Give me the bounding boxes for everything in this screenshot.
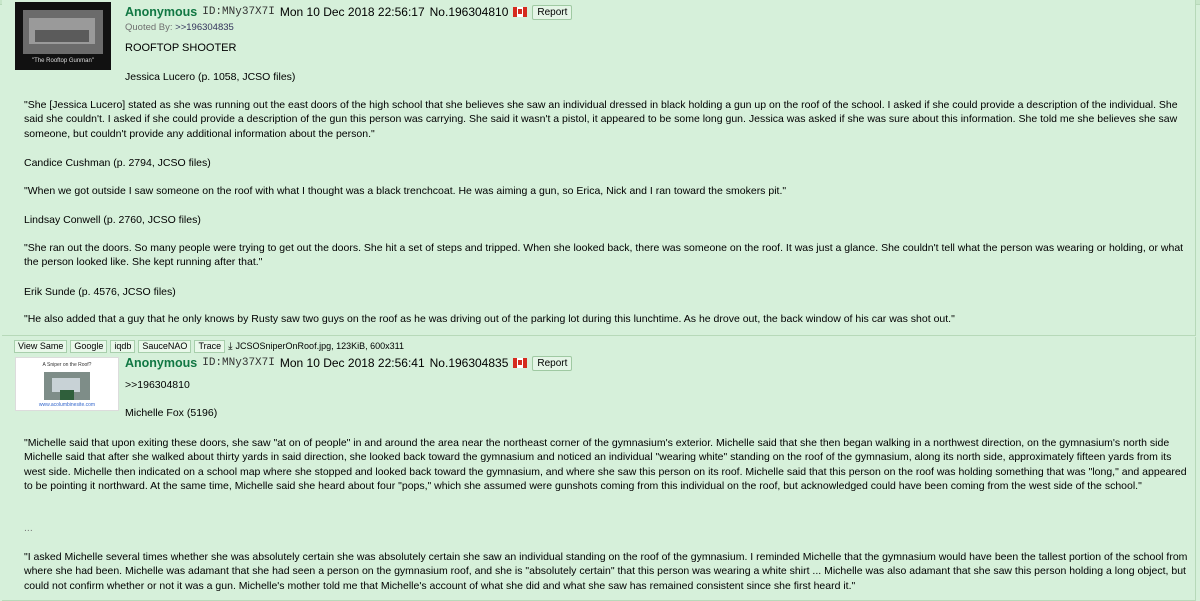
post-thumbnail[interactable]: A Sniper on the Roof? www.acolumbinesite… bbox=[15, 357, 119, 411]
file-info[interactable]: JCSOSniperOnRoof.jpg, 123KiB, 600x311 bbox=[236, 341, 404, 351]
post-body-line: ROOFTOP SHOOTER bbox=[125, 42, 237, 54]
post-body-paragraph: "When we got outside I saw someone on th… bbox=[24, 185, 787, 197]
post-body-line: Erik Sunde (p. 4576, JCSO files) bbox=[24, 286, 176, 298]
saucenao-button[interactable]: SauceNAO bbox=[138, 339, 192, 353]
iqdb-button[interactable]: iqdb bbox=[110, 339, 136, 353]
post-header: Anonymous ID:MNy37X7I Mon 10 Dec 2018 22… bbox=[125, 4, 573, 20]
thumbnail-roof bbox=[35, 30, 89, 42]
thumbnail-title: A Sniper on the Roof? bbox=[42, 362, 92, 368]
post-196304810: "The Rooftop Gunman" Anonymous ID:MNy37X… bbox=[2, 0, 1196, 336]
post-body-paragraph: "He also added that a guy that he only k… bbox=[24, 313, 955, 325]
file-toolbar: View Same Google iqdb SauceNAO Trace ⤓ J… bbox=[14, 339, 404, 353]
post-body-line: Candice Cushman (p. 2794, JCSO files) bbox=[24, 157, 211, 169]
quoted-by-link[interactable]: >>196304835 bbox=[175, 22, 234, 33]
post-datetime: Mon 10 Dec 2018 22:56:41 bbox=[279, 356, 425, 370]
thumbnail-caption: "The Rooftop Gunman" bbox=[32, 58, 94, 64]
post-body-paragraph: "She [Jessica Lucero] stated as she was … bbox=[24, 99, 1178, 140]
post-body-line: Lindsay Conwell (p. 2760, JCSO files) bbox=[24, 214, 201, 226]
quote-link[interactable]: >>196304810 bbox=[125, 379, 190, 391]
report-button[interactable]: Report bbox=[532, 355, 573, 371]
poster-id[interactable]: ID:MNy37X7I bbox=[202, 6, 275, 18]
post-number[interactable]: No.196304810 bbox=[430, 5, 509, 19]
canada-flag-icon bbox=[513, 358, 528, 368]
thumbnail-footer: www.acolumbinesite.com bbox=[38, 402, 96, 408]
post-number[interactable]: No.196304835 bbox=[430, 356, 509, 370]
view-same-button[interactable]: View Same bbox=[14, 339, 68, 353]
canada-flag-icon bbox=[513, 7, 528, 17]
post-header: Anonymous ID:MNy37X7I Mon 10 Dec 2018 22… bbox=[125, 355, 573, 371]
post-body-line: Jessica Lucero (p. 1058, JCSO files) bbox=[125, 71, 296, 83]
post-196304835: View Same Google iqdb SauceNAO Trace ⤓ J… bbox=[2, 337, 1196, 601]
post-body-paragraph: "She ran out the doors. So many people w… bbox=[24, 242, 1184, 269]
trace-button[interactable]: Trace bbox=[194, 339, 226, 353]
report-button[interactable]: Report bbox=[532, 4, 573, 20]
poster-name: Anonymous bbox=[125, 5, 198, 19]
thumbnail-tree bbox=[60, 390, 74, 400]
post-body-paragraph: "Michelle said that upon exiting these d… bbox=[24, 437, 1187, 492]
quoted-by: Quoted By: >>196304835 bbox=[125, 22, 234, 33]
post-body-line: Michelle Fox (5196) bbox=[125, 407, 218, 419]
download-icon[interactable]: ⤓ bbox=[228, 341, 232, 352]
ellipsis: ... bbox=[24, 522, 33, 534]
post-thumbnail[interactable]: "The Rooftop Gunman" bbox=[15, 2, 111, 70]
poster-id[interactable]: ID:MNy37X7I bbox=[202, 357, 275, 369]
post-body-paragraph: "I asked Michelle several times whether … bbox=[24, 551, 1188, 592]
post-datetime: Mon 10 Dec 2018 22:56:17 bbox=[279, 5, 425, 19]
google-button[interactable]: Google bbox=[70, 339, 108, 353]
poster-name: Anonymous bbox=[125, 356, 198, 370]
quoted-by-label: Quoted By: bbox=[125, 22, 173, 33]
